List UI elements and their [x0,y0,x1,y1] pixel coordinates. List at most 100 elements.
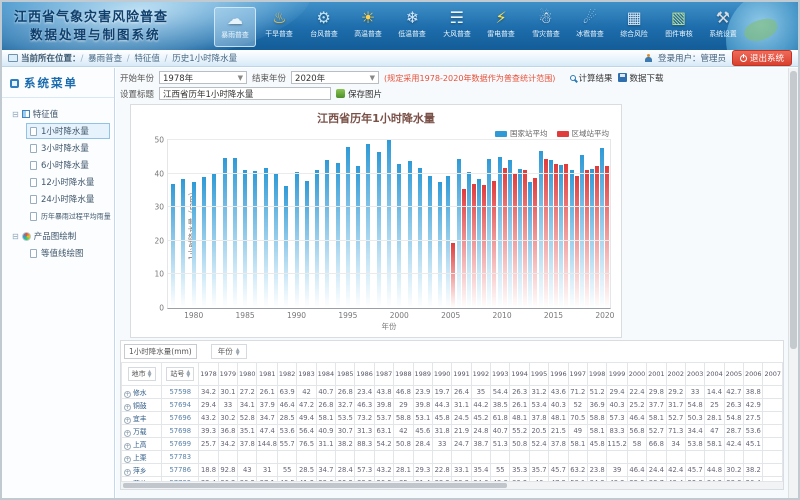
bar-国家站平均-1991[interactable] [305,181,309,309]
sidebar-group-2[interactable]: ⊟产品图绘制 [6,228,110,244]
column-header-year[interactable]: 1982 [277,363,296,386]
column-header-year[interactable]: 1998 [587,363,606,386]
column-header-year[interactable]: 1983 [297,363,316,386]
expand-icon[interactable]: + [124,404,131,411]
bar-国家站平均-2015[interactable] [549,160,553,308]
data-download-button[interactable]: 数据下载 [618,72,664,84]
column-header-year[interactable]: 1992 [471,363,490,386]
horizontal-scrollbar-thumb[interactable] [123,483,507,488]
bar-国家站平均-2005[interactable] [446,176,450,308]
horizontal-scrollbar[interactable] [121,481,783,489]
expand-icon[interactable]: + [124,456,131,463]
expand-icon[interactable]: + [124,443,131,450]
nav-item-8[interactable]: ☃雪灾普查 [525,7,567,47]
column-header-站号[interactable]: 站号▲▼ [162,363,199,386]
bar-国家站平均-2004[interactable] [438,182,442,308]
expand-icon[interactable]: + [124,391,131,398]
bar-国家站平均-1981[interactable] [202,177,206,308]
start-year-select[interactable]: 1978年▼ [159,71,247,84]
vertical-scrollbar-thumb[interactable] [790,71,797,349]
column-header-year[interactable]: 1981 [257,363,277,386]
column-header-year[interactable]: 2002 [666,363,685,386]
year-group-sort[interactable]: 年份 ▲▼ [211,344,247,359]
logout-button[interactable]: 退出系统 [732,50,792,66]
city-cell[interactable]: +分宜 [122,490,162,491]
bar-国家站平均-2011[interactable] [508,160,512,308]
column-header-year[interactable]: 1990 [432,363,451,386]
bar-国家站平均-2009[interactable] [487,159,491,308]
bar-区域站平均-2020[interactable] [605,166,609,308]
column-header-year[interactable]: 2004 [705,363,724,386]
bar-国家站平均-2002[interactable] [418,168,422,308]
nav-item-5[interactable]: ❄低温普查 [391,7,433,47]
bar-国家站平均-1987[interactable] [264,168,268,308]
bar-国家站平均-1989[interactable] [284,186,288,308]
column-header-year[interactable]: 1991 [452,363,471,386]
bar-区域站平均-2017[interactable] [575,176,579,308]
column-header-year[interactable]: 2006 [744,363,763,386]
breadcrumb-segment[interactable]: 暴雨普查 [88,54,122,64]
bar-国家站平均-1993[interactable] [325,160,329,308]
bar-国家站平均-2006[interactable] [457,159,461,308]
bar-区域站平均-2010[interactable] [503,168,507,308]
expand-icon[interactable]: + [124,469,131,476]
sort-box[interactable]: 地市▲▼ [128,367,156,381]
sidebar-item-12小时降水量[interactable]: 12小时降水量 [26,174,110,190]
column-header-year[interactable]: 1979 [218,363,237,386]
tree-toggle-icon[interactable]: ⊟ [12,110,19,119]
bar-国家站平均-1984[interactable] [233,158,237,308]
column-header-year[interactable]: 1994 [510,363,529,386]
legend-item-国家站平均[interactable]: 国家站平均 [495,128,548,139]
nav-item-2[interactable]: ♨干旱普查 [258,7,300,47]
bar-国家站平均-2013[interactable] [528,182,532,308]
sidebar-item-6小时降水量[interactable]: 6小时降水量 [26,157,110,173]
sidebar-item-24小时降水量[interactable]: 24小时降水量 [26,191,110,207]
column-header-year[interactable]: 1978 [199,363,218,386]
bar-区域站平均-2007[interactable] [472,184,476,308]
vertical-scrollbar[interactable] [788,68,798,498]
chart-title-input[interactable] [159,87,331,100]
nav-item-12[interactable]: ⚒系统设置 [702,7,744,47]
save-image-button[interactable]: 保存图片 [336,88,382,100]
sidebar-item-3小时降水量[interactable]: 3小时降水量 [26,140,110,156]
bar-区域站平均-2013[interactable] [533,178,537,308]
nav-item-3[interactable]: ⚙台风普查 [303,7,345,47]
bar-区域站平均-2009[interactable] [492,181,496,309]
column-header-year[interactable]: 1980 [238,363,257,386]
bar-区域站平均-2014[interactable] [544,159,548,308]
nav-item-6[interactable]: ☴大风普查 [436,7,478,47]
sidebar-item-等值线绘图[interactable]: 等值线绘图 [26,245,110,261]
bar-国家站平均-1983[interactable] [223,158,227,308]
column-header-year[interactable]: 1987 [374,363,393,386]
nav-item-9[interactable]: ☄冰雹普查 [569,7,611,47]
tree-toggle-icon[interactable]: ⊟ [12,232,19,241]
sidebar-item-历年暴雨过程平均雨量[interactable]: 历年暴雨过程平均雨量 [26,208,110,224]
bar-国家站平均-1979[interactable] [181,179,185,308]
sort-box[interactable]: 站号▲▼ [166,367,194,381]
bar-区域站平均-2005[interactable] [451,243,455,308]
column-header-year[interactable]: 1985 [336,363,355,386]
bar-区域站平均-2019[interactable] [595,166,599,308]
column-header-year[interactable]: 1997 [568,363,587,386]
bar-区域站平均-2012[interactable] [523,170,527,308]
bar-国家站平均-1998[interactable] [377,152,381,308]
bar-国家站平均-1992[interactable] [315,170,319,308]
bar-国家站平均-2016[interactable] [559,165,563,308]
bar-国家站平均-1994[interactable] [336,163,340,308]
expand-icon[interactable]: + [124,417,131,424]
column-header-地市[interactable]: 地市▲▼ [122,363,162,386]
bar-国家站平均-2003[interactable] [428,176,432,308]
city-cell[interactable]: +修水 [122,386,162,399]
bar-国家站平均-2014[interactable] [539,151,543,308]
end-year-select[interactable]: 2020年▼ [291,71,379,84]
breadcrumb-segment[interactable]: 特征值 [134,54,160,64]
bar-区域站平均-2008[interactable] [482,185,486,308]
nav-item-11[interactable]: ▧图件审核 [658,7,700,47]
nav-item-1[interactable]: ☁暴雨普查 [214,7,256,47]
bar-国家站平均-1999[interactable] [387,140,391,308]
bar-国家站平均-1980[interactable] [192,182,196,308]
expand-icon[interactable]: + [124,430,131,437]
column-header-year[interactable]: 2003 [685,363,704,386]
bar-国家站平均-2018[interactable] [580,155,584,308]
bar-国家站平均-2012[interactable] [518,169,522,308]
